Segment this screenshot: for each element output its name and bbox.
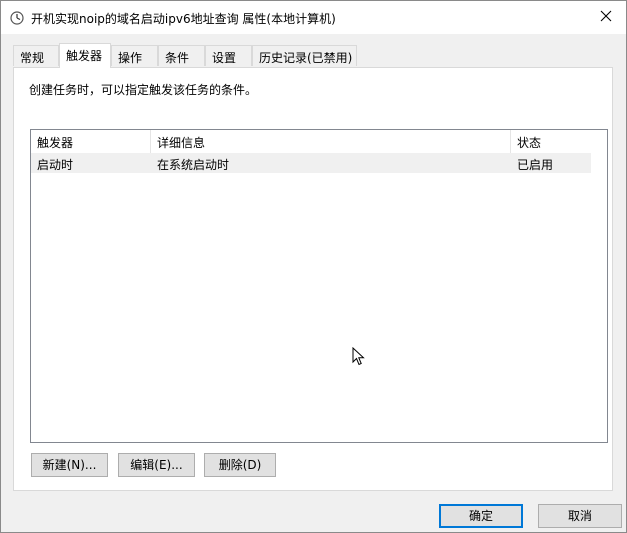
- table-row[interactable]: 启动时 在系统启动时 已启用: [31, 153, 591, 173]
- tab-general[interactable]: 常规: [13, 45, 59, 66]
- column-header-status[interactable]: 状态: [511, 130, 591, 153]
- tab-actions[interactable]: 操作: [111, 45, 158, 66]
- tab-settings[interactable]: 设置: [205, 45, 252, 66]
- delete-trigger-button[interactable]: 删除(D): [204, 453, 276, 477]
- cell-trigger: 启动时: [37, 158, 74, 172]
- triggers-list[interactable]: 触发器 详细信息 状态 启动时 在系统启动时 已启用: [30, 129, 608, 443]
- close-icon: [600, 10, 612, 25]
- tab-conditions[interactable]: 条件: [158, 45, 205, 66]
- close-button[interactable]: [586, 1, 626, 34]
- column-header-trigger[interactable]: 触发器: [31, 130, 151, 153]
- edit-trigger-button[interactable]: 编辑(E)...: [118, 453, 195, 477]
- cancel-button[interactable]: 取消: [538, 504, 622, 528]
- mouse-pointer-icon: [352, 346, 366, 367]
- triggers-panel: 创建任务时，可以指定触发该任务的条件。 触发器 详细信息 状态 启动时 在系统启…: [13, 67, 613, 491]
- window-title: 开机实现noip的域名启动ipv6地址查询 属性(本地计算机): [31, 12, 336, 26]
- title-bar[interactable]: 开机实现noip的域名启动ipv6地址查询 属性(本地计算机): [1, 1, 626, 34]
- cell-status: 已启用: [517, 158, 554, 172]
- list-header: 触发器 详细信息 状态: [31, 130, 607, 153]
- column-header-details[interactable]: 详细信息: [151, 130, 511, 153]
- triggers-description: 创建任务时，可以指定触发该任务的条件。: [29, 83, 258, 97]
- tab-strip: 常规 触发器 操作 条件 设置 历史记录(已禁用): [13, 43, 613, 68]
- tab-history[interactable]: 历史记录(已禁用): [252, 45, 357, 66]
- properties-dialog: 开机实现noip的域名启动ipv6地址查询 属性(本地计算机) 常规 触发器 操…: [0, 0, 627, 533]
- new-trigger-button[interactable]: 新建(N)...: [31, 453, 108, 477]
- cell-details: 在系统启动时: [157, 158, 230, 172]
- tab-triggers[interactable]: 触发器: [59, 43, 111, 68]
- clock-icon: [10, 11, 24, 25]
- ok-button[interactable]: 确定: [439, 504, 523, 528]
